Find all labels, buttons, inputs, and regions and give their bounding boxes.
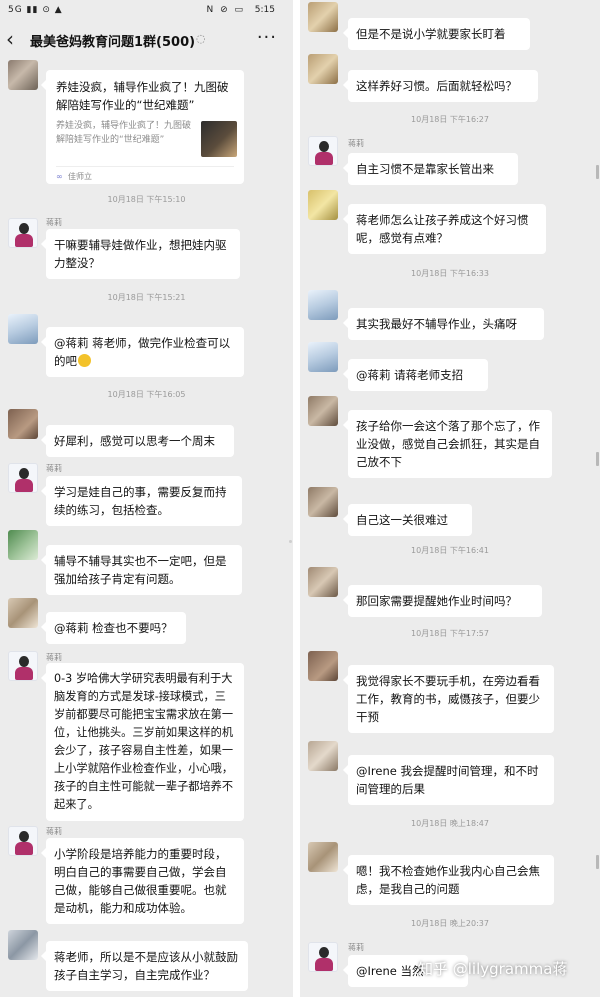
link-card-thumbnail xyxy=(201,121,237,157)
avatar[interactable] xyxy=(308,136,338,166)
sender-name: 蒋莉 xyxy=(348,139,364,148)
timestamp: 10月18日 下午16:41 xyxy=(411,546,489,555)
avatar[interactable] xyxy=(308,651,338,681)
message-bubble[interactable]: 自己这一关很难过 xyxy=(343,504,472,536)
link-card[interactable]: 养娃没疯，辅导作业疯了！九图破解陪娃写作业的“世纪难题” 养娃没疯，辅导作业疯了… xyxy=(41,70,244,184)
avatar[interactable] xyxy=(8,651,38,681)
avatar[interactable] xyxy=(8,826,38,856)
avatar[interactable] xyxy=(308,567,338,597)
message-bubble[interactable]: @蒋莉 检查也不要吗？ xyxy=(41,612,186,644)
avatar[interactable] xyxy=(8,409,38,439)
timestamp: 10月18日 晚上18:47 xyxy=(411,819,489,828)
avatar[interactable] xyxy=(308,396,338,426)
message-bubble[interactable]: 孩子给你一会这个落了那个忘了，作业没做，感觉自己会抓狂，其实是自己放不下 xyxy=(343,410,552,478)
status-time: 5:15 xyxy=(254,5,275,15)
sender-name: 蒋莉 xyxy=(46,653,62,662)
avatar[interactable] xyxy=(308,487,338,517)
avatar[interactable] xyxy=(308,741,338,771)
watermark: 知乎 @lilygramma蒋 xyxy=(418,960,568,978)
message-bubble[interactable]: 0-3 岁哈佛大学研究表明最有利于大脑发育的方式是发球-接球模式，三岁前都要尽可… xyxy=(41,663,244,821)
more-icon[interactable]: ··· xyxy=(257,27,277,48)
right-chat-screenshot: 但是不是说小学就要家长盯着 这样养好习惯。后面就轻松吗？ 10月18日 下午16… xyxy=(300,0,600,997)
message-bubble[interactable]: 自主习惯不是靠家长管出来 xyxy=(343,153,518,185)
avatar[interactable] xyxy=(8,60,38,90)
message-bubble[interactable]: 辅导不辅导其实也不一定吧，但是强加给孩子肯定有问题。 xyxy=(41,545,242,595)
avatar[interactable] xyxy=(8,218,38,248)
link-card-source: 佳师立 xyxy=(68,172,92,181)
message-bubble[interactable]: 蒋老师怎么让孩子养成这个好习惯呢，感觉有点难？ xyxy=(343,204,546,254)
avatar[interactable] xyxy=(8,930,38,960)
status-icons: N ⊘ ▭ xyxy=(206,5,245,15)
chat-title: 最美爸妈教育问题1群(500) xyxy=(30,35,196,50)
link-card-description: 养娃没疯，辅导作业疯了！九图破解陪娃写作业的“世纪难题” xyxy=(56,121,192,145)
divider xyxy=(56,166,234,167)
message-bubble[interactable]: 这样养好习惯。后面就轻松吗？ xyxy=(343,70,538,102)
message-bubble[interactable]: 其实我最好不辅导作业，头痛呀 xyxy=(343,308,544,340)
message-bubble[interactable]: 那回家需要提醒她作业时间吗？ xyxy=(343,585,542,617)
avatar[interactable] xyxy=(308,842,338,872)
timestamp: 10月18日 下午15:21 xyxy=(107,293,186,302)
avatar[interactable] xyxy=(308,342,338,372)
message-bubble[interactable]: 蒋老师，所以是不是应该从小就鼓励孩子自主学习，自主完成作业？ xyxy=(41,941,248,991)
message-bubble[interactable]: @蒋莉 蒋老师，做完作业检查可以的吧 xyxy=(41,327,244,377)
sender-name: 蒋莉 xyxy=(46,464,62,473)
message-bubble[interactable]: 学习是娃自己的事，需要反复而持续的练习，包括检查。 xyxy=(41,476,242,526)
timestamp: 10月18日 下午16:05 xyxy=(107,390,186,399)
scroll-indicator xyxy=(596,165,599,179)
scroll-indicator xyxy=(596,452,599,466)
source-icon: ∞ xyxy=(56,172,63,181)
scroll-indicator xyxy=(289,540,292,543)
timestamp: 10月18日 下午16:33 xyxy=(411,269,489,278)
chat-header: ‹ 最美爸妈教育问题1群(500) ◌ ··· xyxy=(0,24,293,58)
avatar[interactable] xyxy=(308,2,338,32)
avatar[interactable] xyxy=(8,598,38,628)
message-bubble[interactable]: 我觉得家长不要玩手机，在旁边看看工作，教育的书，威慑孩子，但要少干预 xyxy=(343,665,554,733)
bell-off-icon: ◌ xyxy=(196,32,206,45)
chevron-left-icon[interactable]: ‹ xyxy=(6,28,14,50)
avatar[interactable] xyxy=(308,54,338,84)
sender-name: 蒋莉 xyxy=(46,218,62,227)
link-card-title: 养娃没疯，辅导作业疯了！九图破解陪娃写作业的“世纪难题” xyxy=(56,80,229,112)
avatar[interactable] xyxy=(308,290,338,320)
message-bubble[interactable]: 干嘛要辅导娃做作业，想把娃内驱力整没？ xyxy=(41,229,240,279)
avatar[interactable] xyxy=(8,314,38,344)
avatar[interactable] xyxy=(8,530,38,560)
left-chat-screenshot: 5G ▮▮ ⊙ ▲ N ⊘ ▭ 5:15 ‹ 最美爸妈教育问题1群(500) ◌… xyxy=(0,0,293,997)
avatar[interactable] xyxy=(308,190,338,220)
avatar[interactable] xyxy=(308,942,338,972)
message-bubble[interactable]: @Irene 我会提醒时间管理，和不时间管理的后果 xyxy=(343,755,554,805)
timestamp: 10月18日 下午17:57 xyxy=(411,629,489,638)
status-bar: 5G ▮▮ ⊙ ▲ N ⊘ ▭ 5:15 xyxy=(0,0,293,24)
avatar[interactable] xyxy=(8,463,38,493)
message-bubble[interactable]: 嗯！我不检查她作业我内心自己会焦虑，是我自己的问题 xyxy=(343,855,554,905)
message-bubble[interactable]: 好犀利，感觉可以思考一个周末 xyxy=(41,425,234,457)
smile-emoji-icon xyxy=(78,354,91,367)
message-bubble[interactable]: @蒋莉 请蒋老师支招 xyxy=(343,359,488,391)
scroll-indicator xyxy=(596,855,599,869)
sender-name: 蒋莉 xyxy=(46,827,62,836)
timestamp: 10月18日 下午16:27 xyxy=(411,115,489,124)
signal-indicators: 5G ▮▮ ⊙ ▲ xyxy=(8,5,63,15)
timestamp: 10月18日 下午15:10 xyxy=(107,195,186,204)
message-bubble[interactable]: 但是不是说小学就要家长盯着 xyxy=(343,18,530,50)
sender-name: 蒋莉 xyxy=(348,943,364,952)
message-bubble[interactable]: 小学阶段是培养能力的重要时段，明白自己的事需要自己做，学会自己做，能够自己做很重… xyxy=(41,838,244,924)
timestamp: 10月18日 晚上20:37 xyxy=(411,919,489,928)
